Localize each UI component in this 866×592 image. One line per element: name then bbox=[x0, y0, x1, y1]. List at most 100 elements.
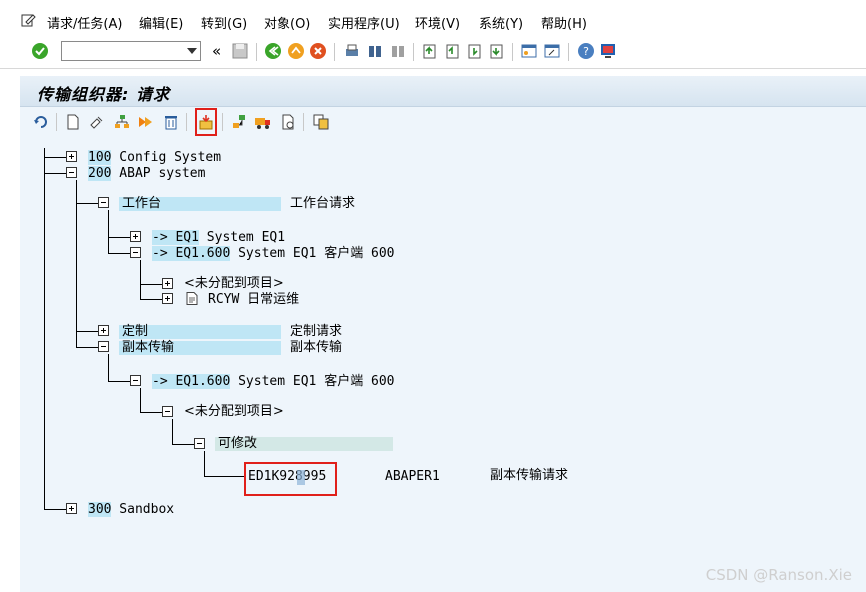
collapse-toggle[interactable] bbox=[130, 375, 141, 386]
tree-node-modifiable[interactable]: 可修改 bbox=[218, 436, 257, 451]
tree-node-workbench[interactable]: 工作台 bbox=[122, 196, 161, 211]
project-document-icon bbox=[186, 292, 198, 305]
collapse-toggle[interactable] bbox=[98, 197, 109, 208]
import-button-annotation bbox=[195, 108, 217, 136]
tree-line bbox=[44, 157, 66, 158]
tree-line bbox=[44, 509, 66, 510]
tree-line bbox=[140, 299, 162, 300]
tree-node-customizing[interactable]: 定制 bbox=[122, 324, 148, 339]
tree-line bbox=[140, 284, 162, 285]
tree-node-unassigned[interactable]: <未分配到项目> bbox=[184, 276, 284, 291]
collapse-toggle[interactable] bbox=[130, 247, 141, 258]
hierarchy-icon[interactable] bbox=[113, 113, 131, 131]
command-input[interactable] bbox=[64, 43, 186, 61]
command-field[interactable] bbox=[61, 41, 201, 61]
back-icon[interactable] bbox=[264, 42, 282, 60]
first-page-icon[interactable] bbox=[421, 42, 439, 60]
tree-line bbox=[108, 381, 130, 382]
print-icon[interactable] bbox=[343, 42, 361, 60]
workbench-description: 工作台请求 bbox=[290, 196, 356, 211]
toolbar-separator bbox=[303, 113, 304, 131]
prev-page-icon[interactable] bbox=[444, 42, 462, 60]
title-band: 传输组织器: 请求 bbox=[20, 76, 866, 107]
log-icon[interactable] bbox=[279, 113, 297, 131]
copy-transport-description: 副本传输 bbox=[290, 340, 343, 355]
tree-node-rcyw[interactable]: RCYW 日常运维 bbox=[208, 292, 299, 307]
menu-edit-icon[interactable] bbox=[20, 12, 36, 28]
menu-item-help[interactable]: 帮助(H) bbox=[541, 13, 587, 32]
next-page-icon[interactable] bbox=[466, 42, 484, 60]
collapse-toggle[interactable] bbox=[162, 406, 173, 417]
tree-line bbox=[76, 203, 98, 204]
last-page-icon[interactable] bbox=[488, 42, 506, 60]
tree-line bbox=[108, 253, 130, 254]
page-title: 传输组织器: 请求 bbox=[37, 85, 170, 104]
toolbar-separator bbox=[568, 43, 569, 61]
tree-node-client-200[interactable]: 200 ABAP system bbox=[88, 166, 205, 181]
expand-toggle[interactable] bbox=[98, 325, 109, 336]
customizing-description: 定制请求 bbox=[290, 324, 343, 339]
expand-toggle[interactable] bbox=[66, 151, 77, 162]
tree-structure-icon[interactable] bbox=[230, 113, 248, 131]
expand-toggle[interactable] bbox=[162, 278, 173, 289]
toolbar-separator bbox=[56, 113, 57, 131]
collapse-toggle[interactable] bbox=[98, 341, 109, 352]
expand-toggle[interactable] bbox=[66, 503, 77, 514]
toolbar-separator bbox=[222, 113, 223, 131]
tree-node-client-100[interactable]: 100 Config System bbox=[88, 150, 221, 165]
find-icon[interactable] bbox=[366, 42, 384, 60]
menu-item-object[interactable]: 对象(O) bbox=[264, 13, 310, 32]
expand-toggle[interactable] bbox=[162, 293, 173, 304]
standard-toolbar: « ? bbox=[0, 38, 866, 69]
tree-node-client-300[interactable]: 300 Sandbox bbox=[88, 502, 174, 517]
request-description: 副本传输请求 bbox=[490, 468, 569, 483]
tree-node-copy-eq1-600[interactable]: -> EQ1.600 System EQ1 客户端 600 bbox=[152, 374, 395, 389]
tree-line bbox=[76, 347, 98, 348]
menu-item-goto[interactable]: 转到(G) bbox=[201, 13, 247, 32]
watermark: CSDN @Ranson.Xie bbox=[705, 566, 852, 584]
menu-item-request-task[interactable]: 请求/任务(A) bbox=[47, 13, 122, 32]
menu-item-environment[interactable]: 环境(V) bbox=[415, 13, 460, 32]
menu-bar: 请求/任务(A) 编辑(E) 转到(G) 对象(O) 实用程序(U) 环境(V)… bbox=[0, 0, 866, 39]
tree-line bbox=[172, 419, 173, 444]
toolbar-separator bbox=[186, 113, 187, 131]
request-owner: ABAPER1 bbox=[385, 469, 440, 484]
menu-item-utilities[interactable]: 实用程序(U) bbox=[328, 13, 400, 32]
delete-icon[interactable] bbox=[162, 113, 180, 131]
create-icon[interactable] bbox=[64, 113, 82, 131]
transport-truck-icon[interactable] bbox=[254, 113, 272, 131]
request-annotation-box bbox=[244, 462, 337, 496]
refresh-icon[interactable] bbox=[32, 113, 50, 131]
expand-toggle[interactable] bbox=[130, 231, 141, 242]
tree-line bbox=[140, 388, 141, 412]
menu-item-system[interactable]: 系统(Y) bbox=[479, 13, 523, 32]
collapse-toggle[interactable] bbox=[66, 167, 77, 178]
tree-node-copy-unassigned[interactable]: <未分配到项目> bbox=[184, 404, 284, 419]
toolbar-separator bbox=[512, 43, 513, 61]
tree-line bbox=[140, 412, 162, 413]
tree-node-eq1-600[interactable]: -> EQ1.600 System EQ1 客户端 600 bbox=[152, 246, 395, 261]
menu-item-edit[interactable]: 编辑(E) bbox=[139, 13, 183, 32]
cancel-icon[interactable] bbox=[309, 42, 327, 60]
tree-line bbox=[172, 444, 194, 445]
tree-line bbox=[76, 180, 77, 347]
svg-text:?: ? bbox=[583, 45, 589, 58]
tree-node-copy-transport[interactable]: 副本传输 bbox=[122, 340, 174, 355]
double-chevron-left-icon[interactable]: « bbox=[212, 42, 221, 60]
tree-node-eq1[interactable]: -> EQ1 System EQ1 bbox=[152, 230, 285, 245]
shortcut-icon[interactable] bbox=[543, 42, 561, 60]
application-toolbar bbox=[20, 110, 866, 134]
help-icon[interactable]: ? bbox=[577, 42, 595, 60]
copy-icon[interactable] bbox=[312, 113, 330, 131]
find-next-icon[interactable] bbox=[389, 42, 407, 60]
tree-line bbox=[140, 260, 141, 299]
new-session-icon[interactable] bbox=[520, 42, 538, 60]
save-icon[interactable] bbox=[231, 42, 249, 60]
layout-icon[interactable] bbox=[599, 42, 617, 60]
release-icon[interactable] bbox=[137, 113, 155, 131]
chevron-down-icon[interactable] bbox=[187, 48, 197, 54]
exit-icon[interactable] bbox=[287, 42, 305, 60]
enter-icon[interactable] bbox=[31, 42, 49, 60]
display-change-icon[interactable] bbox=[88, 113, 106, 131]
collapse-toggle[interactable] bbox=[194, 438, 205, 449]
